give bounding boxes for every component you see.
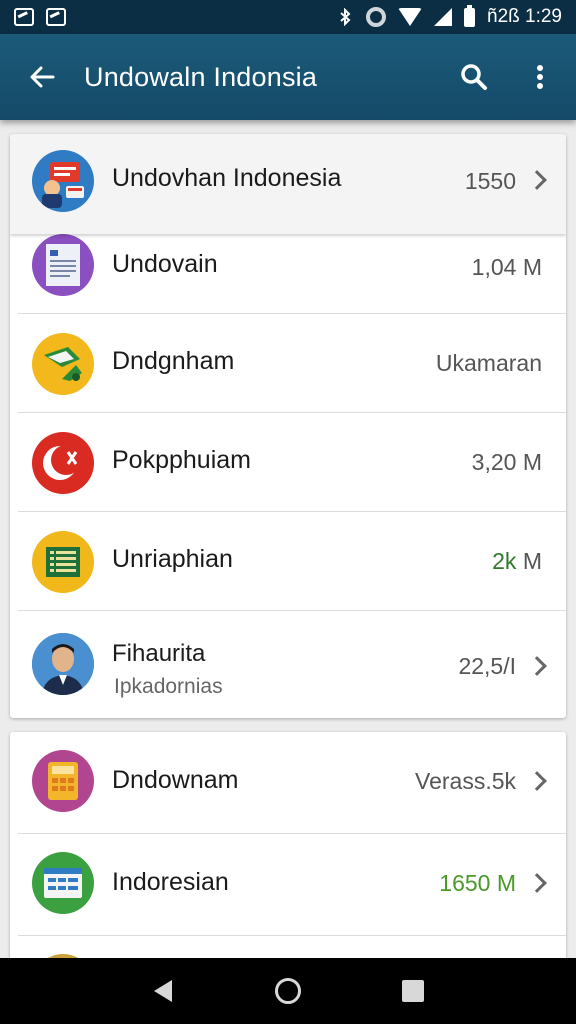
status-bar: ñ2ß 1:29 <box>0 0 576 34</box>
list-item[interactable]: Fihaurita Ipkadornias 22,5/I <box>10 611 566 718</box>
list-item[interactable]: Dndownam Verass.5k <box>10 732 566 834</box>
notification-icons <box>14 8 66 26</box>
list-item-value-number: 2k <box>492 548 517 574</box>
person-avatar-icon <box>32 633 94 695</box>
list-item-label: Fihaurita <box>112 640 206 667</box>
chevron-right-icon <box>527 771 547 791</box>
list-item-label: Unriaphian <box>112 545 233 573</box>
crescent-icon <box>32 432 94 494</box>
sync-icon <box>366 7 386 27</box>
list-item-value-suffix: /I <box>503 653 516 679</box>
list-item-value: 2k M <box>492 548 542 575</box>
search-icon <box>461 64 487 90</box>
list-item-sublabel: Ipkadornias <box>114 675 223 698</box>
list-item-value: 1550 <box>464 168 516 194</box>
nav-home-button[interactable] <box>260 963 316 1019</box>
document-icon <box>32 234 94 296</box>
list-card-secondary: Dndownam Verass.5k Indoresian 1650 M <box>10 732 566 972</box>
list-item-value: 1650 M <box>439 870 516 896</box>
overflow-menu-button[interactable] <box>522 57 558 97</box>
list-item[interactable]: Unriaphian 2k M <box>10 512 566 611</box>
chevron-right-icon <box>527 656 547 676</box>
bluetooth-icon <box>340 8 351 26</box>
navigation-bar <box>0 958 576 1024</box>
status-time: ñ2ß 1:29 <box>487 6 562 27</box>
list-card-primary: Undovhan Indonesia 1550 Undovain 1,04 M … <box>10 134 566 718</box>
list-item[interactable]: Undovhan Indonesia 1550 <box>10 134 566 234</box>
list-item-value: Verass.5k <box>415 768 516 794</box>
search-button[interactable] <box>456 57 492 97</box>
app-bar-actions <box>456 57 558 97</box>
list-item-label: Pokpphuiam <box>112 446 251 474</box>
list-item-value: 3,20 M <box>471 449 542 475</box>
back-button[interactable] <box>22 57 62 97</box>
app-bar: Undowaln Indonsia <box>0 34 576 120</box>
system-status-icons: ñ2ß 1:29 <box>336 4 562 28</box>
chevron-right-icon <box>527 873 547 893</box>
ledger-icon <box>32 531 94 593</box>
nav-back-icon <box>153 980 172 1002</box>
flag-chat-icon <box>32 150 94 212</box>
list-item-value-unit: M <box>516 548 542 574</box>
list-item-label: Indoresian <box>112 868 229 896</box>
table-sheet-icon <box>32 852 94 914</box>
list-item-value-number: 22,5 <box>458 653 504 679</box>
list-item-label: Undovain <box>112 250 218 278</box>
list-item[interactable]: Dndgnham Ukamaran <box>10 314 566 413</box>
image-icon <box>14 8 34 26</box>
overflow-menu-icon <box>537 65 543 89</box>
nav-back-button[interactable] <box>135 963 191 1019</box>
page-title: Undowaln Indonsia <box>84 61 318 92</box>
list-item-label: Dndownam <box>112 766 239 794</box>
garuda-map-icon <box>32 333 94 395</box>
chevron-right-icon <box>527 170 547 190</box>
list-item-value: 22,5/I <box>458 653 516 680</box>
nav-home-icon <box>274 978 301 1004</box>
list-item-label: Dndgnham <box>112 347 235 375</box>
battery-icon <box>464 4 475 27</box>
list-item-label: Undovhan Indonesia <box>112 164 342 192</box>
list-item-value: Ukamaran <box>435 350 542 376</box>
wifi-icon <box>398 8 422 26</box>
list-item[interactable]: Undovain 1,04 M <box>10 234 566 314</box>
nav-recents-button[interactable] <box>385 963 441 1019</box>
list-item[interactable]: Pokpphuiam 3,20 M <box>10 413 566 512</box>
signal-icon <box>434 8 452 26</box>
calculator-icon <box>32 750 94 812</box>
list-item[interactable]: Indoresian 1650 M <box>10 834 566 936</box>
list-item-value: 1,04 M <box>471 254 542 280</box>
back-arrow-icon <box>30 66 55 88</box>
nav-recents-icon <box>402 980 425 1002</box>
gallery-icon <box>46 8 66 26</box>
